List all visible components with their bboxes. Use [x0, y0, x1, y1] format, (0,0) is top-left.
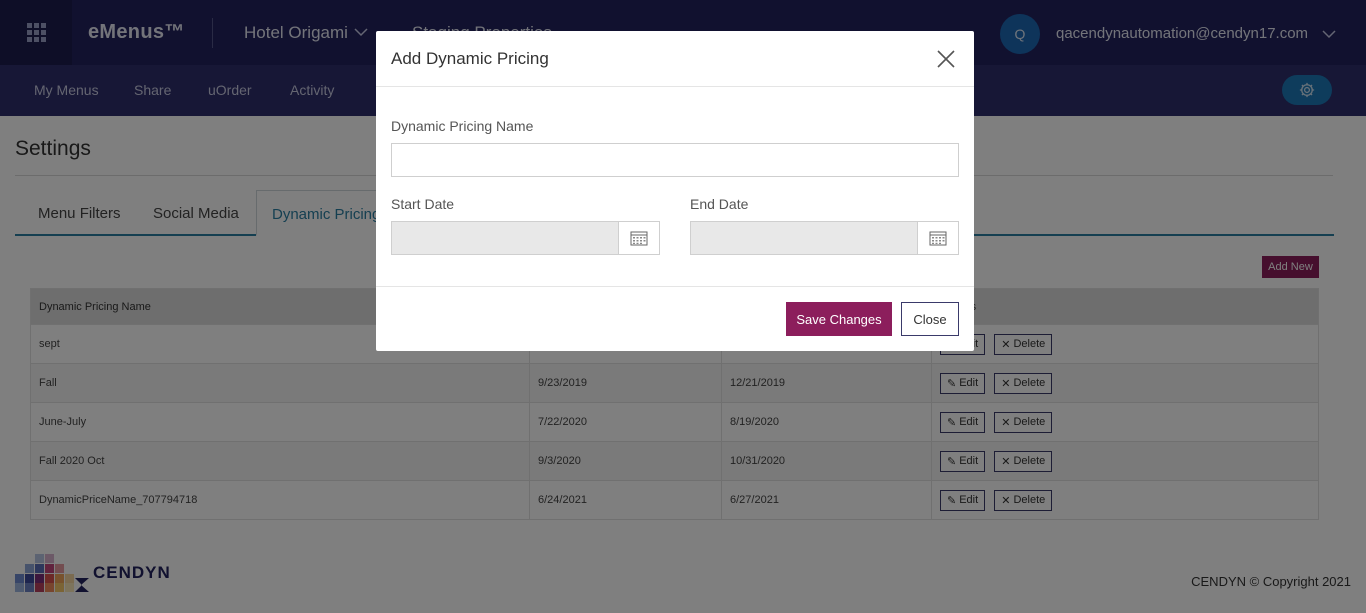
save-changes-button[interactable]: Save Changes	[786, 302, 892, 336]
end-date-input[interactable]	[690, 221, 918, 255]
end-date-label: End Date	[690, 196, 749, 212]
calendar-icon	[630, 231, 648, 246]
modal-header: Add Dynamic Pricing	[376, 31, 974, 87]
name-label: Dynamic Pricing Name	[391, 118, 534, 134]
start-date-label: Start Date	[391, 196, 455, 212]
start-date-picker-button[interactable]	[618, 221, 660, 255]
modal-title: Add Dynamic Pricing	[391, 49, 549, 68]
dynamic-pricing-name-input[interactable]	[391, 143, 959, 177]
end-date-picker-button[interactable]	[917, 221, 959, 255]
add-dynamic-pricing-modal: Add Dynamic Pricing Dynamic Pricing Name…	[376, 31, 974, 351]
close-button[interactable]: Close	[901, 302, 959, 336]
start-date-input[interactable]	[391, 221, 619, 255]
calendar-icon	[929, 231, 947, 246]
close-icon[interactable]	[936, 49, 956, 69]
modal-footer: Save Changes Close	[376, 286, 974, 351]
